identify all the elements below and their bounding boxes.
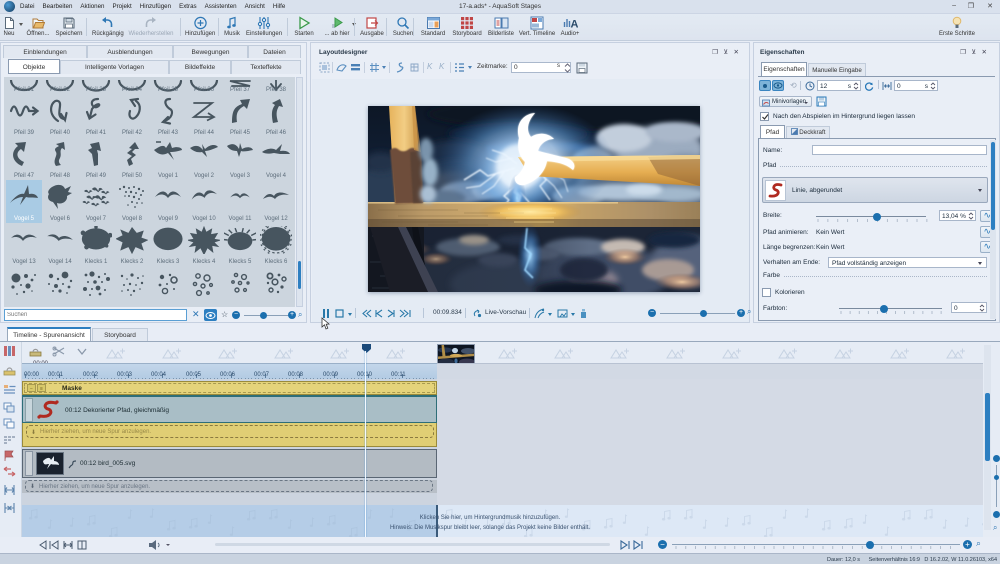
svg-text:A: A [570, 19, 578, 31]
